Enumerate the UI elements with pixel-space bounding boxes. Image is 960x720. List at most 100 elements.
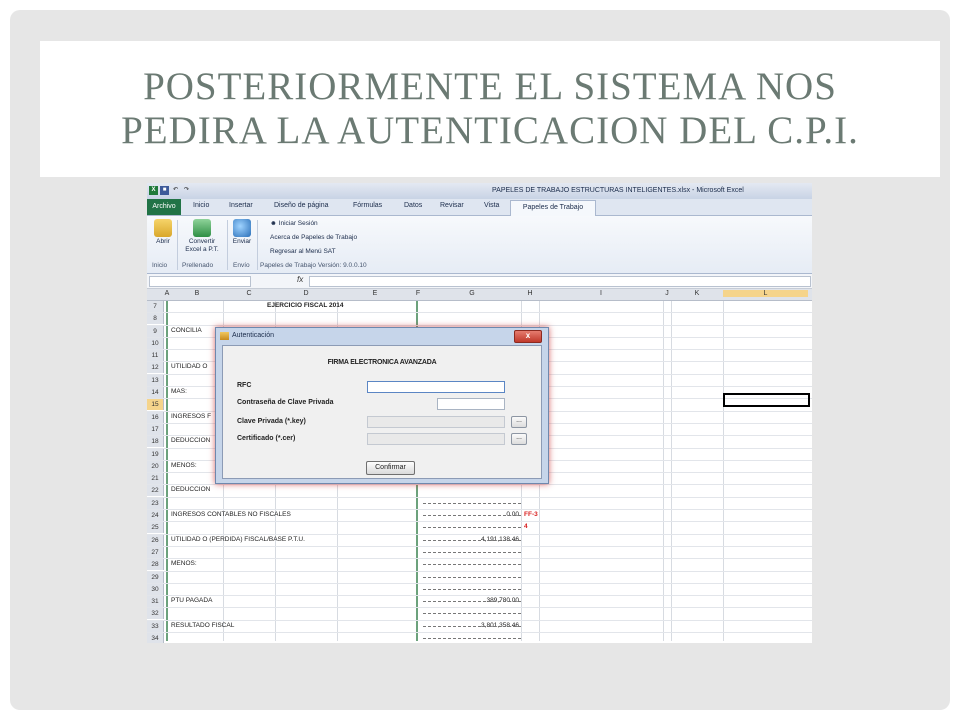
certificado-input[interactable]	[367, 433, 505, 445]
name-box[interactable]	[149, 276, 251, 287]
convertir-button[interactable]: Convertir Excel a P.T.	[180, 219, 224, 254]
regresar-menu-link[interactable]: Regresar al Menú SAT	[270, 248, 336, 255]
table-row[interactable]: 8	[147, 313, 812, 326]
column-header[interactable]: A	[163, 290, 171, 297]
certificado-browse-button[interactable]: ...	[511, 433, 527, 445]
tab-vista[interactable]: Vista	[484, 202, 499, 209]
row-number[interactable]: 23	[147, 497, 164, 509]
row-number[interactable]: 13	[147, 374, 164, 386]
tab-datos[interactable]: Datos	[404, 202, 422, 209]
column-header[interactable]: H	[521, 290, 539, 297]
row-number[interactable]: 16	[147, 411, 164, 423]
fx-icon[interactable]: fx	[297, 275, 303, 284]
excel-app-icon[interactable]: X	[149, 186, 158, 195]
column-header[interactable]: E	[337, 290, 413, 297]
quick-access-toolbar: X ■ ↶ ↷	[149, 186, 191, 195]
column-header[interactable]: F	[413, 290, 423, 297]
window-title: PAPELES DE TRABAJO ESTRUCTURAS INTELIGEN…	[492, 187, 744, 194]
table-row[interactable]: 28 MENOS:	[147, 559, 812, 572]
clave-privada-browse-button[interactable]: ...	[511, 416, 527, 428]
dashed-separator	[423, 539, 521, 541]
column-header[interactable]: D	[275, 290, 337, 297]
column-header[interactable]: C	[223, 290, 275, 297]
row-number[interactable]: 25	[147, 522, 164, 534]
table-row[interactable]: 7 EJERCICIO FISCAL 2014	[147, 301, 812, 314]
row-number[interactable]: 29	[147, 571, 164, 583]
row-number[interactable]: 17	[147, 423, 164, 435]
tab-inicio[interactable]: Inicio	[193, 202, 209, 209]
row-reference[interactable]: 4	[524, 523, 528, 530]
selected-cell[interactable]	[723, 393, 810, 407]
dashed-separator	[423, 564, 521, 566]
dialog-body: FIRMA ELECTRONICA AVANZADA RFC Contraseñ…	[222, 345, 542, 479]
acerca-link[interactable]: Acerca de Papeles de Trabajo	[270, 234, 357, 241]
row-number[interactable]: 19	[147, 448, 164, 460]
save-icon[interactable]: ■	[160, 186, 169, 195]
table-row[interactable]: 34	[147, 633, 812, 643]
close-button[interactable]: x	[514, 330, 542, 343]
row-number[interactable]: 26	[147, 534, 164, 546]
globe-icon	[233, 219, 251, 237]
row-number[interactable]: 34	[147, 633, 164, 643]
column-header[interactable]: L	[723, 290, 808, 297]
table-row[interactable]: 23	[147, 497, 812, 511]
convertir-label-2: Excel a P.T.	[185, 246, 219, 253]
column-header[interactable]: I	[539, 290, 663, 297]
tab-archivo[interactable]: Archivo	[147, 199, 181, 215]
row-number[interactable]: 12	[147, 362, 164, 374]
row-number[interactable]: 10	[147, 337, 164, 349]
undo-icon[interactable]: ↶	[171, 186, 180, 195]
row-number[interactable]: 15	[147, 399, 164, 411]
table-row[interactable]: 22 DEDUCCION	[147, 485, 812, 498]
table-row[interactable]: 25 4	[147, 522, 812, 535]
table-row[interactable]: 33 RESULTADO FISCAL 3,801,358.46	[147, 620, 812, 634]
column-header[interactable]: J	[663, 290, 671, 297]
table-row[interactable]: 32	[147, 608, 812, 621]
row-label: UTILIDAD O	[171, 363, 208, 371]
column-header[interactable]: B	[171, 290, 223, 297]
confirmar-button[interactable]: Confirmar	[366, 461, 415, 475]
tab-papeles-de-trabajo[interactable]: Papeles de Trabajo	[510, 200, 596, 216]
column-header[interactable]: K	[671, 290, 723, 297]
table-row[interactable]: 24 INGRESOS CONTABLES NO FISCALES 0.00 FF-3	[147, 510, 812, 523]
row-number[interactable]: 7	[147, 301, 164, 312]
row-number[interactable]: 20	[147, 460, 164, 472]
row-number[interactable]: 18	[147, 436, 164, 448]
row-number[interactable]: 27	[147, 546, 164, 558]
row-number[interactable]: 21	[147, 473, 164, 485]
row-number[interactable]: 9	[147, 325, 164, 337]
row-number[interactable]: 33	[147, 620, 164, 632]
row-number[interactable]: 24	[147, 510, 164, 522]
row-number[interactable]: 30	[147, 583, 164, 595]
row-number[interactable]: 31	[147, 596, 164, 608]
row-number[interactable]: 22	[147, 485, 164, 497]
table-row[interactable]: 29	[147, 571, 812, 584]
table-row[interactable]: 31 PTU PAGADA 389,780.00	[147, 596, 812, 609]
row-reference[interactable]: FF-3	[524, 511, 538, 518]
row-number[interactable]: 8	[147, 313, 164, 325]
iniciar-sesion-link[interactable]: ☻ Iniciar Sesión	[270, 220, 318, 227]
row-number[interactable]: 28	[147, 559, 164, 571]
password-input[interactable]	[437, 398, 505, 410]
row-number[interactable]: 14	[147, 387, 164, 399]
row-number[interactable]: 32	[147, 608, 164, 620]
redo-icon[interactable]: ↷	[182, 186, 191, 195]
rfc-input[interactable]	[367, 381, 505, 393]
table-row[interactable]: 26 UTILIDAD O (PERDIDA) FISCAL/BASE P.T.U…	[147, 534, 812, 547]
tab-formulas[interactable]: Fórmulas	[353, 202, 382, 209]
dialog-app-icon	[220, 332, 229, 340]
clave-privada-input[interactable]	[367, 416, 505, 428]
dashed-separator	[423, 601, 521, 603]
excel-screenshot: X ■ ↶ ↷ PAPELES DE TRABAJO ESTRUCTURAS I…	[147, 183, 812, 643]
table-row[interactable]: 30	[147, 583, 812, 597]
tab-insertar[interactable]: Insertar	[229, 202, 253, 209]
row-number[interactable]: 11	[147, 350, 164, 362]
enviar-button[interactable]: Enviar	[229, 219, 255, 246]
group-label-envio: Envío	[233, 262, 250, 269]
abrir-button[interactable]: Abrir	[151, 219, 175, 246]
column-header[interactable]: G	[423, 290, 521, 297]
formula-input[interactable]	[309, 276, 811, 287]
tab-revisar[interactable]: Revisar	[440, 202, 464, 209]
table-row[interactable]: 27	[147, 546, 812, 560]
tab-diseno-pagina[interactable]: Diseño de página	[274, 202, 329, 209]
